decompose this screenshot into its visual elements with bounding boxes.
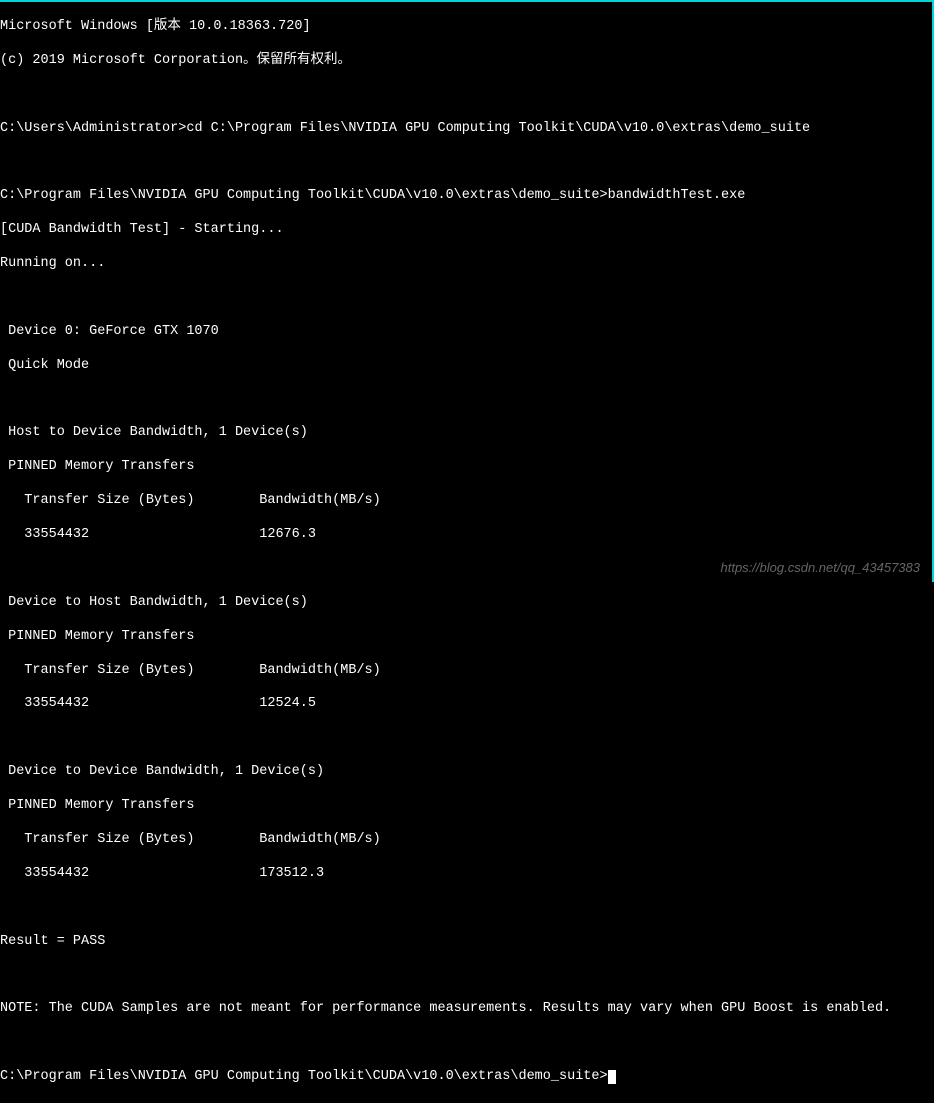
blank-line: [0, 730, 932, 747]
h2d-mem-type: PINNED Memory Transfers: [0, 459, 932, 476]
blank-line: [0, 392, 932, 409]
blank-line: [0, 290, 932, 307]
blank-line: [0, 900, 932, 917]
note-line: NOTE: The CUDA Samples are not meant for…: [0, 1001, 932, 1018]
running-line: Running on...: [0, 256, 932, 273]
d2h-header: Device to Host Bandwidth, 1 Device(s): [0, 595, 932, 612]
blank-line: [0, 154, 932, 171]
d2d-mem-type: PINNED Memory Transfers: [0, 798, 932, 815]
h2d-data-row: 33554432 12676.3: [0, 527, 932, 544]
d2d-data-row: 33554432 173512.3: [0, 866, 932, 883]
cd-command-line: C:\Users\Administrator>cd C:\Program Fil…: [0, 121, 932, 138]
starting-line: [CUDA Bandwidth Test] - Starting...: [0, 222, 932, 239]
prompt-text: C:\Users\Administrator>: [0, 121, 186, 136]
prompt-text: C:\Program Files\NVIDIA GPU Computing To…: [0, 188, 608, 203]
current-prompt-line[interactable]: C:\Program Files\NVIDIA GPU Computing To…: [0, 1069, 932, 1086]
device-line: Device 0: GeForce GTX 1070: [0, 324, 932, 341]
h2d-header: Host to Device Bandwidth, 1 Device(s): [0, 425, 932, 442]
cursor: [608, 1070, 616, 1084]
prompt-text: C:\Program Files\NVIDIA GPU Computing To…: [0, 1069, 608, 1084]
cd-command: cd C:\Program Files\NVIDIA GPU Computing…: [186, 121, 810, 136]
exec-command-line: C:\Program Files\NVIDIA GPU Computing To…: [0, 188, 932, 205]
d2d-header: Device to Device Bandwidth, 1 Device(s): [0, 764, 932, 781]
mode-line: Quick Mode: [0, 358, 932, 375]
blank-line: [0, 1035, 932, 1052]
d2d-columns: Transfer Size (Bytes) Bandwidth(MB/s): [0, 832, 932, 849]
windows-version-line: Microsoft Windows [版本 10.0.18363.720]: [0, 19, 932, 36]
blank-line: [0, 967, 932, 984]
d2h-columns: Transfer Size (Bytes) Bandwidth(MB/s): [0, 663, 932, 680]
result-line: Result = PASS: [0, 934, 932, 951]
terminal-output[interactable]: Microsoft Windows [版本 10.0.18363.720] (c…: [0, 2, 932, 1103]
copyright-line: (c) 2019 Microsoft Corporation。保留所有权利。: [0, 53, 932, 70]
bandwidth-command: bandwidthTest.exe: [608, 188, 746, 203]
d2h-data-row: 33554432 12524.5: [0, 696, 932, 713]
d2h-mem-type: PINNED Memory Transfers: [0, 629, 932, 646]
h2d-columns: Transfer Size (Bytes) Bandwidth(MB/s): [0, 493, 932, 510]
blank-line: [0, 87, 932, 104]
watermark-text: https://blog.csdn.net/qq_43457383: [721, 560, 921, 576]
